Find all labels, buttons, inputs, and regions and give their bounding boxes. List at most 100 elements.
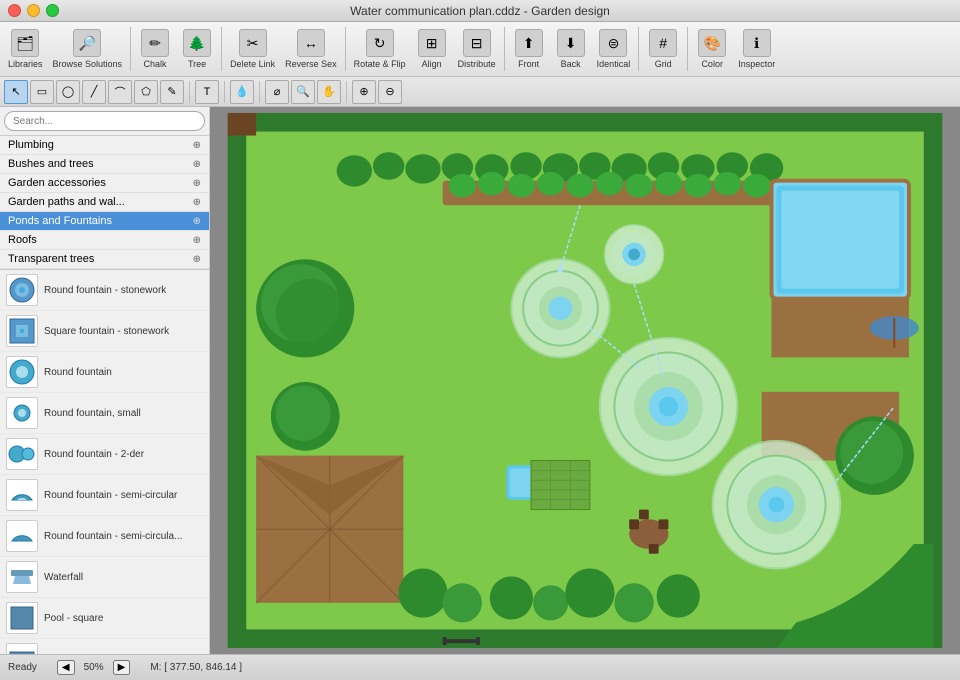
toolbar-inspector[interactable]: ℹ Inspector bbox=[734, 27, 779, 71]
shape-thumb-round-fountain-stonework bbox=[6, 274, 38, 306]
toolbar-browse[interactable]: 🔎 Browse Solutions bbox=[49, 27, 127, 71]
cat-ponds-fountains[interactable]: Ponds and Fountains ⊕ bbox=[0, 212, 209, 231]
shape-semi-circular-2[interactable]: Round fountain - semi-circula... bbox=[0, 516, 209, 557]
tree-icon: 🌲 bbox=[183, 29, 211, 57]
tools-sep-1 bbox=[189, 81, 190, 103]
tool-text[interactable]: T bbox=[195, 80, 219, 104]
tool-polygon[interactable]: ⬠ bbox=[134, 80, 158, 104]
tool-ellipse[interactable]: ◯ bbox=[56, 80, 80, 104]
cat-plumbing[interactable]: Plumbing ⊕ bbox=[0, 136, 209, 155]
toolbar-delete-link[interactable]: ✂ Delete Link bbox=[226, 27, 279, 71]
toolbar-libraries[interactable]: 🗂 Libraries bbox=[4, 27, 47, 71]
cat-transparent-trees[interactable]: Transparent trees ⊕ bbox=[0, 250, 209, 269]
rotate-flip-label: Rotate & Flip bbox=[354, 59, 406, 69]
shape-round-fountain-stonework[interactable]: Round fountain - stonework bbox=[0, 270, 209, 311]
sidebar: Plumbing ⊕ Bushes and trees ⊕ Garden acc… bbox=[0, 107, 210, 654]
toolbar-distribute[interactable]: ⊟ Distribute bbox=[454, 27, 500, 71]
minimize-button[interactable] bbox=[27, 4, 40, 17]
reverse-label: Reverse Sex bbox=[285, 59, 337, 69]
cat-garden-paths-label: Garden paths and wal... bbox=[8, 196, 125, 208]
shape-round-fountain-small[interactable]: Round fountain, small bbox=[0, 393, 209, 434]
close-button[interactable] bbox=[8, 4, 21, 17]
toolbar-front[interactable]: ⬆ Front bbox=[509, 27, 549, 71]
browse-label: Browse Solutions bbox=[53, 59, 123, 69]
tool-eyedropper[interactable]: 💧 bbox=[230, 80, 254, 104]
tool-arc[interactable]: ⌒ bbox=[108, 80, 132, 104]
shape-pool-rectangular[interactable]: Pool - rectangular bbox=[0, 639, 209, 654]
identical-icon: ⊜ bbox=[599, 29, 627, 57]
tool-rectangle[interactable]: ▭ bbox=[30, 80, 54, 104]
tree-label: Tree bbox=[188, 59, 206, 69]
shape-label-square-fountain-stonework: Square fountain - stonework bbox=[44, 326, 169, 337]
tools-sep-4 bbox=[346, 81, 347, 103]
distribute-icon: ⊟ bbox=[463, 29, 491, 57]
search-input[interactable] bbox=[4, 111, 205, 131]
toolbar-sep-4 bbox=[504, 27, 505, 71]
align-label: Align bbox=[422, 59, 442, 69]
color-icon: 🎨 bbox=[698, 29, 726, 57]
identical-label: Identical bbox=[597, 59, 631, 69]
shape-thumb-round-fountain-small bbox=[6, 397, 38, 429]
shape-label-round-fountain-2der: Round fountain - 2-der bbox=[44, 449, 144, 460]
tool-zoom-in2[interactable]: ⊕ bbox=[352, 80, 376, 104]
toolbar-identical[interactable]: ⊜ Identical bbox=[593, 27, 635, 71]
rotate-flip-icon: ↻ bbox=[366, 29, 394, 57]
toolbar-back[interactable]: ⬇ Back bbox=[551, 27, 591, 71]
shape-square-fountain-stonework[interactable]: Square fountain - stonework bbox=[0, 311, 209, 352]
toolbar-rotate-flip[interactable]: ↻ Rotate & Flip bbox=[350, 27, 410, 71]
shape-round-fountain-2der[interactable]: Round fountain - 2-der bbox=[0, 434, 209, 475]
reverse-icon: ↔ bbox=[297, 29, 325, 57]
shape-pool-square[interactable]: Pool - square bbox=[0, 598, 209, 639]
cat-transparent-trees-icon: ⊕ bbox=[193, 254, 201, 265]
tool-pan[interactable]: ✋ bbox=[317, 80, 341, 104]
toolbar-sep-2 bbox=[221, 27, 222, 71]
tool-zoom-out[interactable]: ⊖ bbox=[378, 80, 402, 104]
front-label: Front bbox=[518, 59, 539, 69]
delete-link-label: Delete Link bbox=[230, 59, 275, 69]
cat-roofs[interactable]: Roofs ⊕ bbox=[0, 231, 209, 250]
tool-select[interactable]: ↖ bbox=[4, 80, 28, 104]
shape-label-semi-circular-2: Round fountain - semi-circula... bbox=[44, 531, 182, 542]
tool-zoom[interactable]: 🔍 bbox=[291, 80, 315, 104]
status-bar: Ready ◀ 50% ▶ M: [ 377.50, 846.14 ] bbox=[0, 654, 960, 680]
maximize-button[interactable] bbox=[46, 4, 59, 17]
toolbar-color[interactable]: 🎨 Color bbox=[692, 27, 732, 71]
toolbar-sep-6 bbox=[687, 27, 688, 71]
shape-thumb-pool-rectangular bbox=[6, 643, 38, 654]
zoom-up-button[interactable]: ▶ bbox=[113, 660, 131, 675]
toolbar-tree[interactable]: 🌲 Tree bbox=[177, 27, 217, 71]
main-content: Plumbing ⊕ Bushes and trees ⊕ Garden acc… bbox=[0, 107, 960, 654]
tool-connect[interactable]: ⌀ bbox=[265, 80, 289, 104]
delete-link-icon: ✂ bbox=[239, 29, 267, 57]
cat-bushes-trees-label: Bushes and trees bbox=[8, 158, 94, 170]
shape-semi-circular-1[interactable]: Round fountain - semi-circular bbox=[0, 475, 209, 516]
canvas-area[interactable] bbox=[210, 107, 960, 654]
grid-label: Grid bbox=[655, 59, 672, 69]
tool-line[interactable]: ╱ bbox=[82, 80, 106, 104]
cat-bushes-trees[interactable]: Bushes and trees ⊕ bbox=[0, 155, 209, 174]
garden-canvas bbox=[215, 112, 955, 649]
cat-garden-paths[interactable]: Garden paths and wal... ⊕ bbox=[0, 193, 209, 212]
libraries-icon: 🗂 bbox=[11, 29, 39, 57]
shape-round-fountain[interactable]: Round fountain bbox=[0, 352, 209, 393]
traffic-lights bbox=[8, 4, 59, 17]
toolbar-sep-3 bbox=[345, 27, 346, 71]
status-ready: Ready bbox=[8, 662, 37, 673]
shape-waterfall[interactable]: Waterfall bbox=[0, 557, 209, 598]
cat-roofs-label: Roofs bbox=[8, 234, 37, 246]
shape-list: Round fountain - stonework Square founta… bbox=[0, 270, 209, 654]
shape-label-pool-rectangular: Pool - rectangular bbox=[44, 654, 123, 655]
cat-garden-accessories[interactable]: Garden accessories ⊕ bbox=[0, 174, 209, 193]
toolbar-grid[interactable]: # Grid bbox=[643, 27, 683, 71]
shape-thumb-semi-circular-1 bbox=[6, 479, 38, 511]
toolbar-align[interactable]: ⊞ Align bbox=[412, 27, 452, 71]
chalk-label: Chalk bbox=[144, 59, 167, 69]
shape-thumb-waterfall bbox=[6, 561, 38, 593]
toolbar-reverse[interactable]: ↔ Reverse Sex bbox=[281, 27, 341, 71]
cat-bushes-trees-icon: ⊕ bbox=[193, 159, 201, 170]
toolbar-chalk[interactable]: ✏ Chalk bbox=[135, 27, 175, 71]
tool-freehand[interactable]: ✎ bbox=[160, 80, 184, 104]
title-bar: Water communication plan.cddz - Garden d… bbox=[0, 0, 960, 22]
toolbar-sep-5 bbox=[638, 27, 639, 71]
zoom-down-button[interactable]: ◀ bbox=[57, 660, 75, 675]
